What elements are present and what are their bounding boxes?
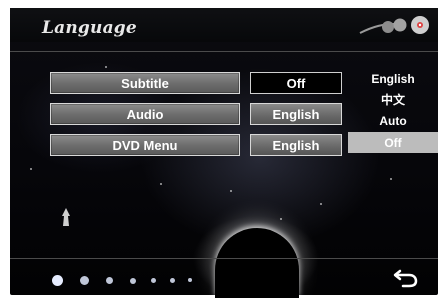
subtitle-label: Subtitle: [121, 75, 169, 91]
return-arrow-icon[interactable]: [393, 267, 419, 289]
page-dot: [52, 275, 63, 286]
subtitle-button[interactable]: Subtitle: [50, 72, 240, 94]
option-auto[interactable]: Auto: [348, 110, 438, 131]
option-off[interactable]: Off: [348, 132, 438, 153]
page-dot: [188, 278, 192, 282]
subtitle-language-dropdown: English 中文 Auto Off: [348, 68, 438, 154]
page-title: Language: [42, 18, 137, 38]
header-divider: [10, 51, 438, 52]
audio-value[interactable]: English: [250, 103, 342, 125]
page-dot: [151, 278, 156, 283]
audio-button[interactable]: Audio: [50, 103, 240, 125]
subtitle-value-text: Off: [286, 75, 306, 91]
page-dot: [130, 278, 136, 284]
star: [30, 168, 32, 170]
spaceship-icon: [62, 208, 70, 226]
footer-divider: [10, 258, 438, 259]
title-bar: Language: [10, 8, 438, 42]
star: [280, 218, 282, 220]
star: [105, 66, 107, 68]
option-english[interactable]: English: [348, 68, 438, 89]
disc-logo-icon: [359, 16, 429, 34]
dvd-menu-button[interactable]: DVD Menu: [50, 134, 240, 156]
star: [160, 183, 162, 185]
option-chinese[interactable]: 中文: [348, 89, 438, 110]
dvd-menu-value-text: English: [272, 137, 320, 153]
audio-value-text: English: [272, 106, 320, 122]
page-dot: [170, 278, 175, 283]
planet-graphic: [215, 228, 299, 298]
star: [390, 178, 392, 180]
subtitle-value[interactable]: Off: [250, 72, 342, 94]
page-dot: [80, 276, 89, 285]
dvd-language-screen: Language Subtitle Off Audio English DVD …: [10, 8, 438, 298]
star: [230, 190, 232, 192]
page-dot: [106, 277, 113, 284]
dvd-menu-value[interactable]: English: [250, 134, 342, 156]
star: [320, 203, 322, 205]
dvd-menu-label: DVD Menu: [112, 137, 178, 153]
audio-label: Audio: [126, 106, 164, 122]
